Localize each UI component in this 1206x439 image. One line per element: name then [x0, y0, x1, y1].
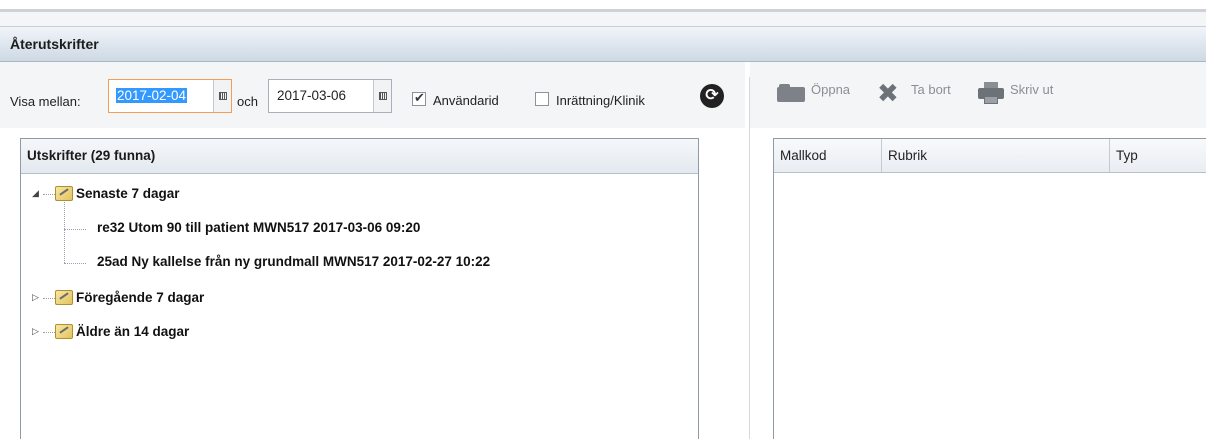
och-label: och — [237, 94, 258, 109]
to-date-value: 2017-03-06 — [277, 88, 347, 103]
inrattning-checkbox[interactable] — [535, 92, 549, 106]
tree-group-foregaende[interactable]: Föregående 7 dagar — [76, 290, 204, 305]
from-date-value: 2017-02-04 — [116, 88, 188, 103]
column-header-mallkod[interactable]: Mallkod — [774, 139, 882, 173]
from-date-field[interactable]: 2017-02-04 — [108, 79, 232, 113]
tree-connector — [43, 332, 55, 333]
column-header-typ[interactable]: Typ — [1110, 139, 1206, 173]
utskrifter-header: Utskrifter (29 funna) — [21, 139, 698, 174]
to-date-calendar-button[interactable] — [373, 80, 391, 112]
page-title: Återutskrifter — [10, 36, 99, 52]
tree-group-senaste[interactable]: Senaste 7 dagar — [76, 186, 180, 201]
printer-icon — [978, 82, 1004, 104]
expand-arrow-icon[interactable]: ▷ — [32, 292, 39, 303]
delete-button[interactable]: Ta bort — [911, 82, 951, 97]
tree-connector — [64, 263, 86, 264]
print-button[interactable]: Skriv ut — [1010, 82, 1053, 97]
calendar-icon — [379, 92, 387, 100]
tree-group-aldre[interactable]: Äldre än 14 dagar — [76, 324, 189, 339]
utskrifter-panel: Utskrifter (29 funna) ◢ Senaste 7 dagar … — [20, 138, 699, 439]
title-bar: Återutskrifter — [0, 26, 1206, 62]
tree-item-25ad[interactable]: 25ad Ny kallelse från ny grundmall MWN51… — [97, 254, 490, 269]
tree-connector — [43, 194, 55, 195]
collapse-arrow-icon[interactable]: ◢ — [32, 188, 39, 199]
inrattning-label: Inrättning/Klinik — [556, 93, 645, 108]
calendar-icon — [219, 92, 227, 100]
top-strip — [0, 0, 1206, 9]
tree-connector — [43, 298, 55, 299]
expand-arrow-icon[interactable]: ▷ — [32, 326, 39, 337]
from-date-calendar-button[interactable] — [213, 80, 231, 112]
anvandarid-label: Användarid — [433, 93, 499, 108]
column-header-rubrik[interactable]: Rubrik — [882, 139, 1110, 173]
folder-icon — [55, 324, 73, 339]
folder-icon — [55, 186, 73, 201]
tree-item-re32[interactable]: re32 Utom 90 till patient MWN517 2017-03… — [97, 220, 420, 235]
refresh-icon[interactable]: ⟳ — [700, 84, 724, 108]
visa-mellan-label: Visa mellan: — [10, 94, 81, 109]
check-mark-icon: ✔ — [414, 90, 425, 105]
to-date-field[interactable]: 2017-03-06 — [268, 79, 392, 113]
anvandarid-checkbox[interactable]: ✔ — [412, 90, 426, 106]
open-folder-icon — [777, 84, 805, 102]
detail-grid: Mallkod Rubrik Typ — [773, 138, 1206, 439]
folder-icon — [55, 290, 73, 305]
tree-connector — [64, 202, 65, 263]
delete-icon: ✖ — [877, 78, 899, 108]
panel-separator — [749, 77, 750, 439]
tree-connector — [64, 229, 86, 230]
top-gap — [0, 12, 1206, 26]
open-button[interactable]: Öppna — [811, 82, 850, 97]
